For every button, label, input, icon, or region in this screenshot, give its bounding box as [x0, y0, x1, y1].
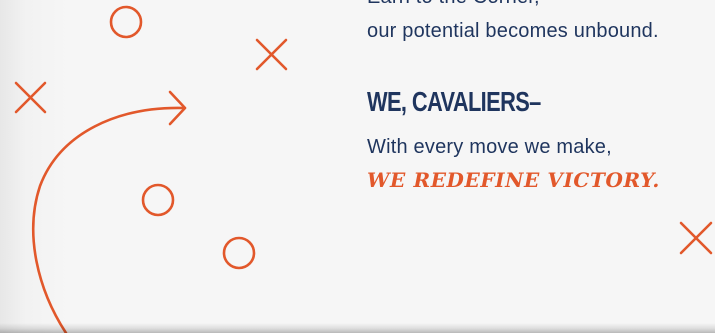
circle-icon: [109, 5, 143, 39]
curved-arrow-icon: [31, 90, 187, 333]
circle-icon: [222, 236, 256, 270]
x-mark-icon: [679, 221, 713, 255]
body-line: our potential becomes unbound.: [367, 20, 659, 42]
cut-off-line: Earn to the Corner,: [367, 0, 540, 9]
x-mark-icon: [255, 38, 288, 71]
emphasis-line: WE REDEFINE VICTORY.: [367, 168, 660, 192]
circle-icon: [141, 183, 175, 217]
play-diagram: [14, 5, 713, 333]
slide: Earn to the Corner, our potential become…: [0, 0, 715, 333]
x-mark-icon: [14, 81, 47, 114]
body-line: With every move we make,: [367, 136, 612, 158]
heading: WE, CAVALIERS–: [367, 86, 541, 117]
